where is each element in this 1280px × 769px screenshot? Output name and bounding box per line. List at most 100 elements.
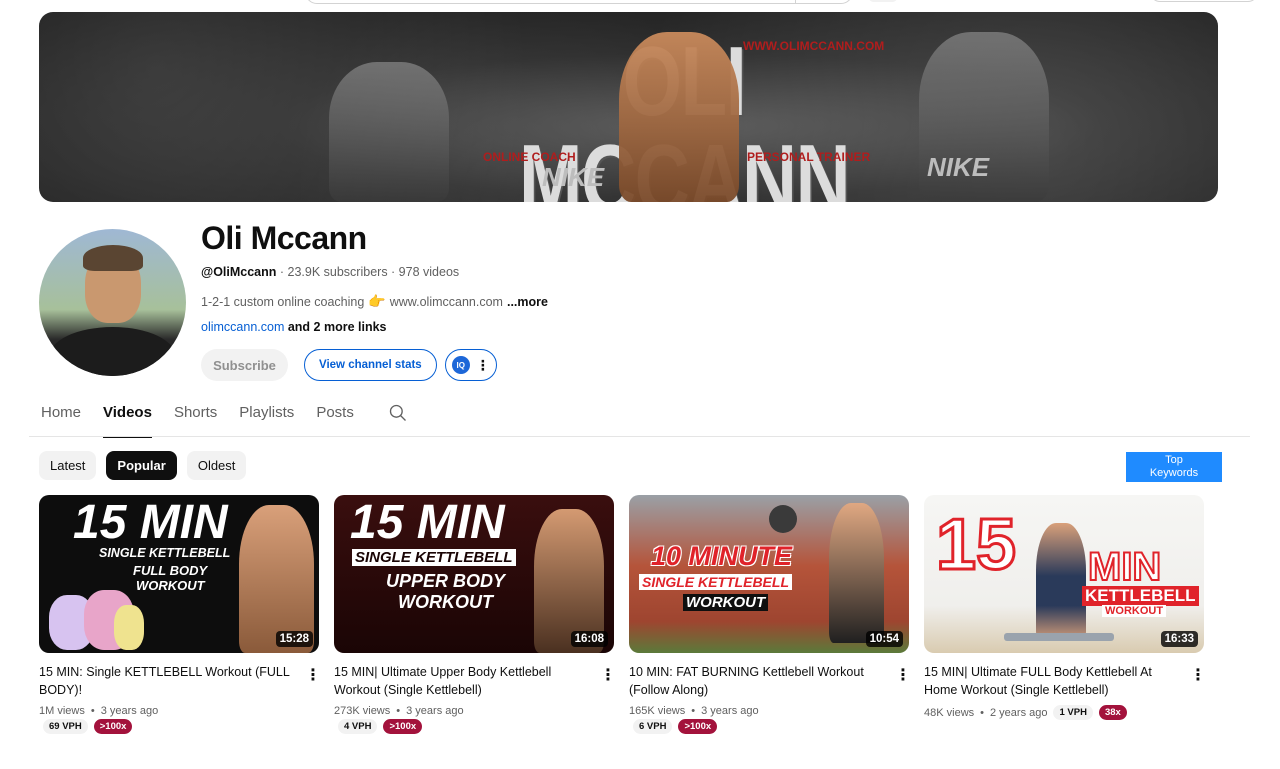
more-vert-icon[interactable]: ⋮ bbox=[476, 358, 490, 372]
video-duration: 16:08 bbox=[570, 631, 608, 647]
video-grid: 15 MIN SINGLE KETTLEBELL FULL BODY WORKO… bbox=[39, 495, 1206, 734]
video-duration: 16:33 bbox=[1160, 631, 1198, 647]
view-channel-stats-button[interactable]: View channel stats bbox=[304, 349, 437, 381]
tab-posts[interactable]: Posts bbox=[316, 404, 354, 433]
upload-age: 3 years ago bbox=[701, 705, 759, 717]
more-button[interactable]: ...more bbox=[507, 295, 548, 309]
video-title[interactable]: 15 MIN| Ultimate FULL Body Kettlebell At… bbox=[924, 663, 1182, 699]
extension-logo-icon: IQ bbox=[451, 356, 470, 374]
outlier-badge: >100x bbox=[93, 719, 133, 734]
tab-videos[interactable]: Videos bbox=[103, 404, 152, 438]
subscribe-button[interactable]: Subscribe bbox=[201, 349, 288, 381]
sign-in-button[interactable] bbox=[1150, 0, 1258, 2]
meta-separator: • bbox=[396, 705, 401, 717]
thumbnail-subline: FULL BODY bbox=[133, 563, 208, 578]
video-title[interactable]: 15 MIN: Single KETTLEBELL Workout (FULL … bbox=[39, 663, 297, 699]
video-badges: 69 VPH >100x bbox=[39, 719, 319, 734]
thumbnail-subline: UPPER BODY bbox=[386, 571, 506, 591]
chip-oldest[interactable]: Oldest bbox=[186, 451, 247, 480]
video-badges: 6 VPH >100x bbox=[629, 719, 909, 734]
video-meta: 1M views • 3 years ago bbox=[39, 705, 319, 717]
more-vert-icon[interactable]: ⋮ bbox=[1190, 665, 1206, 685]
outlier-badge: 38x bbox=[1098, 705, 1127, 720]
search-bar[interactable] bbox=[305, 0, 853, 4]
subscriber-count: · 23.9K subscribers bbox=[276, 265, 388, 279]
thumbnail-person bbox=[1036, 523, 1086, 641]
tabs-divider bbox=[29, 436, 1250, 437]
vph-badge: 4 VPH bbox=[338, 719, 378, 734]
video-thumbnail[interactable]: 10 MINUTE SINGLE KETTLEBELL WORKOUT 10:5… bbox=[629, 495, 909, 653]
channel-actions: Subscribe View channel stats IQ ⋮ bbox=[201, 349, 497, 381]
tab-shorts[interactable]: Shorts bbox=[174, 404, 217, 433]
outlier-badge: >100x bbox=[383, 719, 423, 734]
upload-age: 3 years ago bbox=[406, 705, 464, 717]
video-thumbnail[interactable]: 15 MIN KETTLEBELL WORKOUT 16:33 bbox=[924, 495, 1204, 653]
thumbnail-subline: WORKOUT bbox=[1102, 605, 1167, 617]
meta-separator: • bbox=[980, 706, 984, 719]
sort-chips: Latest Popular Oldest bbox=[39, 451, 247, 480]
thumbnail-headline: 15 bbox=[934, 505, 1017, 585]
thumbnail-headline: 15 MIN bbox=[73, 496, 228, 549]
video-badges: 4 VPH >100x bbox=[334, 719, 614, 734]
chip-popular[interactable]: Popular bbox=[106, 451, 177, 480]
tab-playlists[interactable]: Playlists bbox=[239, 404, 294, 433]
search-divider bbox=[795, 0, 796, 3]
more-vert-icon[interactable]: ⋮ bbox=[895, 665, 911, 685]
thumbnail-subline: KETTLEBELL bbox=[1082, 586, 1199, 606]
meta-separator: • bbox=[691, 705, 696, 717]
search-icon[interactable] bbox=[388, 403, 408, 423]
video-duration: 15:28 bbox=[275, 631, 313, 647]
channel-description[interactable]: 1-2-1 custom online coaching 👉 www.olimc… bbox=[201, 293, 548, 310]
channel-link[interactable]: olimccann.com bbox=[201, 320, 284, 334]
thumbnail-headline: 15 MIN bbox=[350, 496, 505, 549]
vph-badge: 1 VPH bbox=[1053, 705, 1093, 720]
vph-badge: 6 VPH bbox=[633, 719, 673, 734]
view-count: 273K views bbox=[334, 705, 391, 717]
thumbnail-subline: SINGLE KETTLEBELL bbox=[352, 549, 516, 566]
video-meta: 273K views • 3 years ago bbox=[334, 705, 614, 717]
video-title[interactable]: 15 MIN| Ultimate Upper Body Kettlebell W… bbox=[334, 663, 592, 699]
banner-figure-center bbox=[619, 32, 739, 202]
avatar-shirt bbox=[49, 327, 176, 376]
vph-badge: 69 VPH bbox=[43, 719, 88, 734]
video-card[interactable]: 15 MIN SINGLE KETTLEBELL FULL BODY WORKO… bbox=[39, 495, 321, 734]
video-duration: 10:54 bbox=[865, 631, 903, 647]
top-keywords-button[interactable]: Top Keywords bbox=[1126, 452, 1222, 482]
video-thumbnail[interactable]: 15 MIN SINGLE KETTLEBELL UPPER BODY WORK… bbox=[334, 495, 614, 653]
banner-website: WWW.OLIMCCANN.COM bbox=[743, 39, 885, 53]
channel-tabs: Home Videos Shorts Playlists Posts bbox=[41, 403, 408, 438]
topbar-control[interactable] bbox=[868, 0, 898, 2]
chip-latest[interactable]: Latest bbox=[39, 451, 97, 480]
more-vert-icon[interactable]: ⋮ bbox=[305, 665, 321, 685]
top-keywords-line2: Keywords bbox=[1149, 467, 1199, 479]
video-thumbnail[interactable]: 15 MIN SINGLE KETTLEBELL FULL BODY WORKO… bbox=[39, 495, 319, 653]
video-meta: 48K views • 2 years ago 1 VPH 38x bbox=[924, 705, 1204, 720]
thumbnail-subline: WORKOUT bbox=[683, 594, 769, 611]
video-title[interactable]: 10 MIN: FAT BURNING Kettlebell Workout (… bbox=[629, 663, 887, 699]
meta-separator: • bbox=[90, 705, 95, 717]
thumbnail-person bbox=[829, 503, 884, 643]
channel-avatar[interactable] bbox=[39, 229, 186, 376]
channel-name: Oli Mccann bbox=[201, 220, 367, 256]
tab-home[interactable]: Home bbox=[41, 404, 81, 433]
channel-handle: @OliMccann bbox=[201, 265, 277, 279]
thumbnail-subline: WORKOUT bbox=[398, 592, 493, 612]
channel-meta: @OliMccann · 23.9K subscribers · 978 vid… bbox=[201, 265, 459, 279]
video-card[interactable]: 15 MIN SINGLE KETTLEBELL UPPER BODY WORK… bbox=[334, 495, 616, 734]
thumbnail-subline: MIN bbox=[1087, 545, 1162, 589]
extension-button[interactable]: IQ ⋮ bbox=[444, 349, 497, 381]
thumbnail-headline: 10 MINUTE bbox=[651, 541, 793, 571]
upload-age: 3 years ago bbox=[100, 705, 159, 717]
avatar-hair bbox=[83, 245, 143, 271]
kettlebell-yellow bbox=[114, 605, 144, 650]
video-card[interactable]: 10 MINUTE SINGLE KETTLEBELL WORKOUT 10:5… bbox=[629, 495, 911, 734]
outlier-badge: >100x bbox=[678, 719, 718, 734]
view-count: 48K views bbox=[924, 706, 975, 719]
upload-age: 2 years ago bbox=[990, 706, 1048, 719]
more-vert-icon[interactable]: ⋮ bbox=[600, 665, 616, 685]
more-links-button[interactable]: and 2 more links bbox=[284, 320, 387, 334]
thumbnail-subline: SINGLE KETTLEBELL bbox=[639, 574, 792, 590]
channel-banner: OLI MCCANN WWW.OLIMCCANN.COM ONLINE COAC… bbox=[39, 12, 1218, 202]
view-count: 1M views bbox=[39, 705, 85, 717]
video-card[interactable]: 15 MIN KETTLEBELL WORKOUT 16:33 15 MIN| … bbox=[924, 495, 1206, 734]
